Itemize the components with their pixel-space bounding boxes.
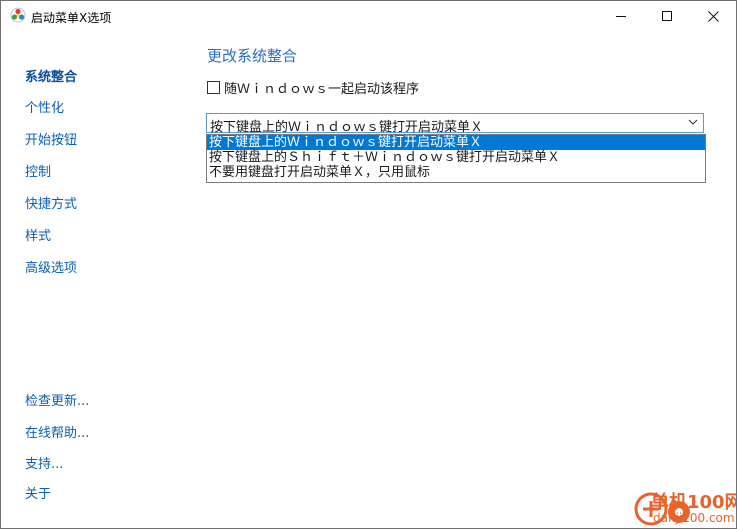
sidebar-item-system-integration[interactable]: 系统整合	[25, 66, 77, 85]
maximize-icon	[661, 10, 672, 21]
check-updates-link[interactable]: 检查更新...	[25, 390, 89, 409]
sidebar-item-shortcuts[interactable]: 快捷方式	[25, 193, 77, 212]
dropdown-option-mouse-only[interactable]: 不要用键盘打开启动菜单Ｘ，只用鼠标	[207, 165, 705, 180]
sidebar-item-advanced[interactable]: 高级选项	[25, 257, 77, 276]
watermark-url: danji100.com	[653, 511, 735, 525]
close-icon	[707, 10, 719, 22]
close-button[interactable]	[690, 1, 736, 31]
sidebar-item-controls[interactable]: 控制	[25, 161, 51, 180]
maximize-button[interactable]	[644, 1, 690, 31]
sidebar-item-start-button[interactable]: 开始按钮	[25, 129, 77, 148]
combobox-selected-value: 按下键盘上的Ｗｉｎｄｏｗｓ键打开启动菜单Ｘ	[210, 120, 484, 135]
title-bar[interactable]: 启动菜单X选项	[1, 1, 736, 31]
app-logo-icon	[10, 7, 26, 23]
startup-checkbox-row[interactable]: 随Ｗｉｎｄｏｗｓ一起启动该程序	[207, 78, 419, 97]
hotkey-combobox[interactable]: 按下键盘上的Ｗｉｎｄｏｗｓ键打开启动菜单Ｘ	[206, 113, 704, 135]
dropdown-option-windows-key[interactable]: 按下键盘上的Ｗｉｎｄｏｗｓ键打开启动菜单Ｘ	[207, 135, 705, 150]
sidebar-item-personalization[interactable]: 个性化	[25, 97, 64, 116]
about-link[interactable]: 关于	[25, 483, 51, 502]
window-title: 启动菜单X选项	[31, 11, 112, 25]
startup-checkbox-label[interactable]: 随Ｗｉｎｄｏｗｓ一起启动该程序	[224, 78, 419, 97]
section-title: 更改系统整合	[207, 47, 298, 65]
online-help-link[interactable]: 在线帮助...	[25, 422, 89, 441]
chevron-down-icon[interactable]	[688, 119, 698, 126]
minimize-button[interactable]	[598, 1, 644, 31]
startup-checkbox[interactable]	[207, 80, 220, 94]
minimize-icon	[615, 15, 626, 17]
support-link[interactable]: 支持...	[25, 453, 63, 472]
sidebar-item-style[interactable]: 样式	[25, 225, 51, 244]
hotkey-dropdown-list: 按下键盘上的Ｗｉｎｄｏｗｓ键打开启动菜单Ｘ 按下键盘上的Ｓｈｉｆｔ＋Ｗｉｎｄｏｗ…	[206, 134, 706, 183]
dropdown-option-shift-windows-key[interactable]: 按下键盘上的Ｓｈｉｆｔ＋Ｗｉｎｄｏｗｓ键打开启动菜单Ｘ	[207, 150, 705, 165]
options-window: 启动菜单X选项 系统整合 个性化 开始按钮 控制 快捷方式 样式 高级选项 更改…	[0, 0, 737, 529]
